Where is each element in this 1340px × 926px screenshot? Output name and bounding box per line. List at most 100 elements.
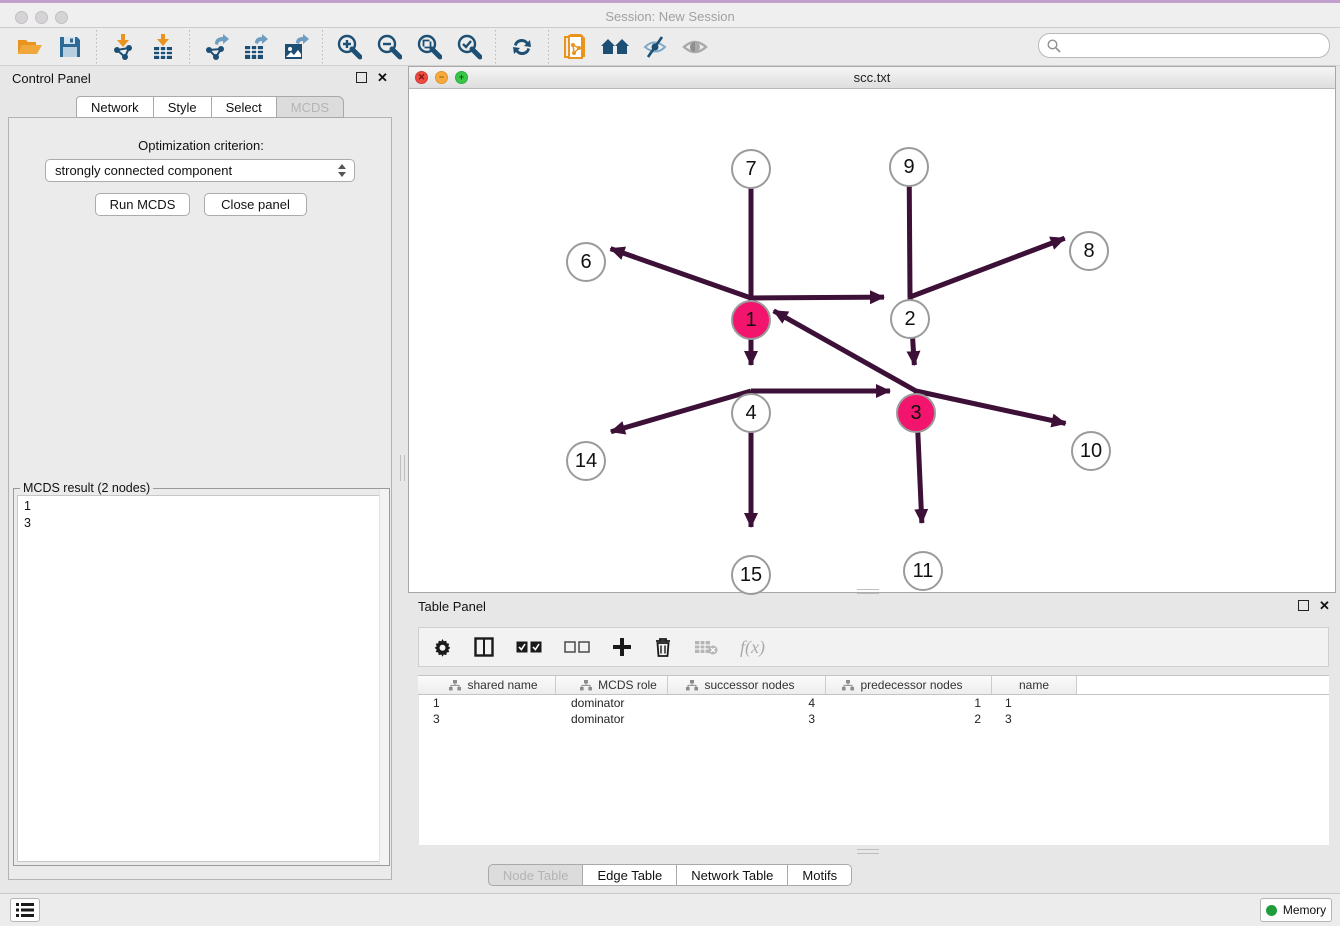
graph-node-10[interactable]: 10 — [1071, 431, 1111, 471]
column-header-name[interactable]: name — [992, 676, 1077, 694]
tab-edge-table[interactable]: Edge Table — [583, 864, 677, 886]
cell-mcds-role[interactable]: dominator — [557, 696, 669, 710]
mcds-result-text[interactable]: 1 3 — [17, 495, 386, 862]
tab-node-table[interactable]: Node Table — [488, 864, 584, 886]
column-header-predecessor-nodes[interactable]: predecessor nodes — [826, 676, 992, 694]
tab-select[interactable]: Select — [212, 96, 277, 118]
save-session-button[interactable] — [50, 31, 90, 63]
graph-node-3[interactable]: 3 — [896, 393, 936, 433]
column-label: name — [1019, 678, 1049, 692]
main-toolbar — [0, 28, 1340, 66]
table-settings-button[interactable] — [433, 638, 452, 657]
vertical-splitter-handle[interactable] — [400, 455, 405, 481]
status-bar: Memory — [0, 893, 1340, 926]
tab-network[interactable]: Network — [76, 96, 154, 118]
export-network-icon — [203, 34, 229, 60]
float-panel-icon[interactable] — [1298, 600, 1309, 611]
add-row-button[interactable] — [612, 637, 632, 657]
table-row[interactable]: 3 dominator 3 2 3 — [419, 711, 1329, 727]
control-panel-tabs: Network Style Select MCDS — [76, 96, 344, 118]
import-network-icon — [111, 34, 135, 60]
toolbar-separator — [189, 30, 190, 64]
refresh-icon — [510, 35, 534, 59]
graph-node-2[interactable]: 2 — [890, 299, 930, 339]
graph-node-7[interactable]: 7 — [731, 149, 771, 189]
export-image-button[interactable] — [276, 31, 316, 63]
cell-predecessor-nodes[interactable]: 1 — [827, 696, 993, 710]
graph-node-4[interactable]: 4 — [731, 393, 771, 433]
apply-layout-home-button[interactable] — [595, 31, 635, 63]
show-column-button[interactable] — [474, 637, 494, 657]
import-table-button[interactable] — [143, 31, 183, 63]
result-scrollbar[interactable] — [379, 489, 389, 865]
tab-motifs[interactable]: Motifs — [788, 864, 852, 886]
cell-name[interactable]: 1 — [993, 696, 1078, 710]
zoom-selected-button[interactable] — [449, 31, 489, 63]
hierarchy-icon — [842, 680, 854, 691]
window-titlebar: Session: New Session — [0, 0, 1340, 28]
network-window-titlebar[interactable]: ✕ − + scc.txt — [409, 67, 1335, 89]
graph-node-14[interactable]: 14 — [566, 441, 606, 481]
select-all-button[interactable] — [516, 641, 542, 653]
criterion-select[interactable]: strongly connected component — [45, 159, 355, 182]
column-header-successor-nodes[interactable]: successor nodes — [668, 676, 826, 694]
mcds-panel: Optimization criterion: strongly connect… — [8, 117, 392, 880]
zoom-fit-button[interactable] — [409, 31, 449, 63]
table-splitter-handle[interactable] — [857, 849, 879, 854]
column-header-shared-name[interactable]: shared name — [418, 676, 556, 694]
delete-row-button[interactable] — [654, 637, 672, 657]
zoom-out-button[interactable] — [369, 31, 409, 63]
open-session-button[interactable] — [10, 31, 50, 63]
cell-successor-nodes[interactable]: 4 — [669, 696, 827, 710]
hierarchy-icon — [449, 680, 461, 691]
graph-node-1[interactable]: 1 — [731, 300, 771, 340]
search-input[interactable] — [1061, 38, 1329, 53]
control-panel-title: Control Panel — [12, 71, 91, 86]
run-mcds-button[interactable]: Run MCDS — [95, 193, 190, 216]
zoom-in-button[interactable] — [329, 31, 369, 63]
search-icon — [1047, 39, 1061, 53]
memory-button[interactable]: Memory — [1260, 898, 1332, 922]
table-row[interactable]: 1 dominator 4 1 1 — [419, 695, 1329, 711]
header-filler — [1077, 676, 1329, 694]
task-history-button[interactable] — [10, 898, 40, 922]
cell-mcds-role[interactable]: dominator — [557, 712, 669, 726]
cell-shared-name[interactable]: 1 — [419, 696, 557, 710]
search-field[interactable] — [1038, 33, 1330, 58]
export-image-icon — [283, 34, 309, 60]
tab-style[interactable]: Style — [154, 96, 212, 118]
tab-network-table[interactable]: Network Table — [677, 864, 788, 886]
refresh-layout-button[interactable] — [502, 31, 542, 63]
hide-graphics-details-button[interactable] — [635, 31, 675, 63]
tab-mcds[interactable]: MCDS — [277, 96, 344, 118]
deselect-all-button[interactable] — [564, 641, 590, 653]
column-header-mcds-role[interactable]: MCDS role — [556, 676, 668, 694]
export-table-button[interactable] — [236, 31, 276, 63]
close-panel-icon[interactable]: ✕ — [1319, 600, 1330, 611]
cell-shared-name[interactable]: 3 — [419, 712, 557, 726]
table-body: 1 dominator 4 1 1 3 dominator 3 2 3 — [418, 695, 1329, 845]
column-label: shared name — [467, 678, 537, 692]
cell-name[interactable]: 3 — [993, 712, 1078, 726]
cell-predecessor-nodes[interactable]: 2 — [827, 712, 993, 726]
import-network-button[interactable] — [103, 31, 143, 63]
graph-node-6[interactable]: 6 — [566, 242, 606, 282]
zoom-selected-icon — [456, 34, 482, 60]
cell-successor-nodes[interactable]: 3 — [669, 712, 827, 726]
export-network-button[interactable] — [196, 31, 236, 63]
graph-node-15[interactable]: 15 — [731, 555, 771, 595]
optimization-criterion-label: Optimization criterion: — [9, 138, 393, 153]
show-preview-button[interactable] — [675, 31, 715, 63]
horizontal-splitter-handle[interactable] — [857, 589, 879, 594]
columns-icon — [474, 637, 494, 657]
graph-node-8[interactable]: 8 — [1069, 231, 1109, 271]
hierarchy-icon — [580, 680, 592, 691]
network-canvas[interactable]: 7 9 6 8 1 2 4 3 14 10 15 11 — [409, 89, 1335, 592]
close-panel-icon[interactable]: ✕ — [377, 72, 388, 83]
close-panel-button[interactable]: Close panel — [204, 193, 307, 216]
node-table: shared name MCDS role successor nodes pr… — [418, 675, 1329, 845]
clone-network-button[interactable] — [555, 31, 595, 63]
float-panel-icon[interactable] — [356, 72, 367, 83]
graph-node-11[interactable]: 11 — [903, 551, 943, 591]
graph-node-9[interactable]: 9 — [889, 147, 929, 187]
